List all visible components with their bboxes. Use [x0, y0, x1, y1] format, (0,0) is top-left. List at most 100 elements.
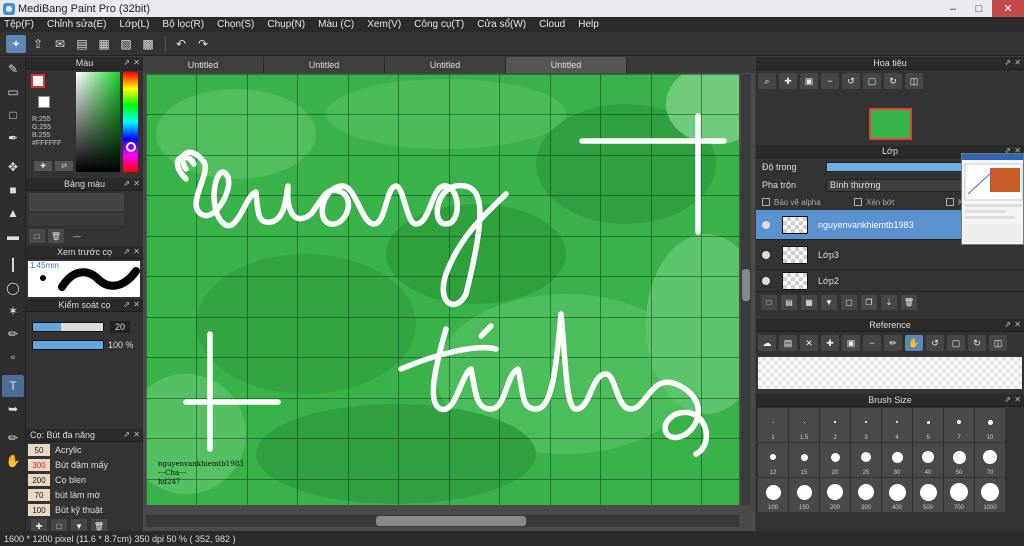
close-panel-icon[interactable]: ✕ — [133, 179, 140, 188]
menu-help[interactable]: Help — [578, 19, 599, 30]
tab-untitled-2[interactable]: Untitled — [264, 57, 385, 73]
new-layer-icon[interactable]: □ — [761, 295, 777, 310]
brush-item[interactable]: 70 bút làm mờ — [28, 488, 141, 502]
move-icon[interactable]: ✥ — [2, 156, 24, 178]
brush-size-cell[interactable]: 12 — [758, 443, 788, 477]
brush-size-cell[interactable]: 50 — [944, 443, 974, 477]
float-icon[interactable]: ⇗ — [123, 179, 130, 188]
fit-window-icon[interactable]: ▢ — [863, 73, 881, 89]
hue-slider[interactable] — [123, 72, 138, 172]
close-panel-icon[interactable]: ✕ — [1014, 395, 1021, 404]
brush-item[interactable]: 300 Bút đậm mấy — [28, 458, 141, 472]
select-eraser-icon[interactable]: ▫ — [2, 346, 24, 368]
artboard[interactable]: nguyenvankhiemtb1983 ---Cha--- hd247 — [146, 74, 739, 505]
text-icon[interactable]: T — [2, 375, 24, 397]
close-panel-icon[interactable]: ✕ — [133, 247, 140, 256]
pen-icon[interactable]: ✒ — [2, 127, 24, 149]
bucket-icon[interactable]: ▲ — [2, 202, 24, 224]
eye-icon[interactable] — [762, 220, 770, 229]
brush-size-cell[interactable]: 10 — [975, 408, 1005, 442]
rotate-left-icon[interactable]: ↺ — [926, 335, 944, 351]
close-panel-icon[interactable]: ✕ — [133, 300, 140, 309]
menu-select[interactable]: Chọn(S) — [217, 19, 254, 30]
vertical-scroll-thumb[interactable] — [742, 269, 750, 301]
tiles-icon[interactable]: ▩ — [138, 35, 158, 53]
cloud-icon[interactable]: ☁ — [758, 335, 776, 351]
brush-size-slider[interactable] — [32, 322, 104, 332]
eraser-icon[interactable]: ▭ — [2, 81, 24, 103]
fit-window-icon[interactable]: ▢ — [947, 335, 965, 351]
zoom-icon[interactable]: ⌕ — [758, 73, 776, 89]
menu-cloud[interactable]: Cloud — [539, 19, 565, 30]
menu-capture[interactable]: Chụp(N) — [267, 19, 305, 30]
fill-rect-icon[interactable]: ■ — [2, 179, 24, 201]
palette-swatches[interactable] — [29, 193, 124, 211]
eyedropper-icon[interactable]: ✏ — [2, 427, 24, 449]
rotate-right-icon[interactable]: ↻ — [884, 73, 902, 89]
menu-tools[interactable]: Công cụ(T) — [414, 19, 464, 30]
tab-untitled-3[interactable]: Untitled — [385, 57, 506, 73]
float-icon[interactable]: ⇗ — [123, 300, 130, 309]
brush-size-cell[interactable]: 150 — [789, 478, 819, 512]
brush-size-cell[interactable]: 300 — [851, 478, 881, 512]
brush-size-cell[interactable]: 700 — [944, 478, 974, 512]
menu-view[interactable]: Xem(V) — [367, 19, 401, 30]
open-folder-icon[interactable]: ▤ — [779, 335, 797, 351]
brush-size-cell[interactable]: 1 — [758, 408, 788, 442]
zoom-in-icon[interactable]: ✚ — [779, 73, 797, 89]
merge-layer-icon[interactable]: ⇣ — [881, 295, 897, 310]
swap-color-icon[interactable]: ⇄ — [55, 161, 73, 171]
maximize-icon[interactable]: □ — [966, 0, 992, 17]
brush-size-cell[interactable]: 30 — [882, 443, 912, 477]
close-panel-icon[interactable]: ✕ — [1014, 58, 1021, 67]
foreground-color[interactable] — [31, 74, 45, 88]
redo-icon[interactable]: ↷ — [193, 35, 213, 53]
folder-icon[interactable]: ▢ — [841, 295, 857, 310]
brush-item[interactable]: 50 Acrylic — [28, 443, 141, 457]
gradient-icon[interactable]: ▬ — [2, 225, 24, 247]
brush-size-cell[interactable]: 2 — [820, 408, 850, 442]
eyedropper-icon[interactable]: ✏ — [884, 335, 902, 351]
float-icon[interactable]: ⇗ — [1004, 58, 1011, 67]
eye-icon[interactable] — [762, 250, 770, 259]
menu-filter[interactable]: Bộ lọc(R) — [162, 19, 204, 30]
new-layer-8bit-icon[interactable]: ▤ — [781, 295, 797, 310]
close-panel-icon[interactable]: ✕ — [1014, 320, 1021, 329]
brush-opacity-slider[interactable] — [32, 340, 104, 350]
clipping-checkbox[interactable] — [854, 198, 862, 206]
layer-opacity-slider[interactable] — [826, 162, 981, 172]
hand-icon[interactable]: ✋ — [2, 450, 24, 472]
wand-icon[interactable]: ✦ — [6, 34, 26, 53]
zoom-out-icon[interactable]: − — [821, 73, 839, 89]
lock-checkbox[interactable] — [946, 198, 954, 206]
chat-icon[interactable]: ✉ — [50, 35, 70, 53]
page-icon[interactable]: ▦ — [94, 35, 114, 53]
vertical-scrollbar[interactable] — [741, 74, 751, 505]
layer-menu-icon[interactable]: ▼ — [821, 295, 837, 310]
layer-row[interactable]: Lớp2 — [756, 270, 1024, 292]
fit-icon[interactable]: ▣ — [842, 335, 860, 351]
magic-wand-icon[interactable]: ✶ — [2, 300, 24, 322]
brush-size-cell[interactable]: 3 — [851, 408, 881, 442]
minimize-icon[interactable]: – — [940, 0, 966, 17]
brush-item[interactable]: 200 Cọ blen — [28, 473, 141, 487]
delete-palette-icon[interactable]: 🗑 — [48, 229, 64, 243]
brush-size-cell[interactable]: 7 — [944, 408, 974, 442]
zoom-out-icon[interactable]: − — [863, 335, 881, 351]
brush-size-cell[interactable]: 1000 — [975, 478, 1005, 512]
tab-untitled-1[interactable]: Untitled — [143, 57, 264, 73]
close-panel-icon[interactable]: ✕ — [133, 58, 140, 67]
flip-icon[interactable]: ◫ — [989, 335, 1007, 351]
brush-size-cell[interactable]: 500 — [913, 478, 943, 512]
zoom-in-icon[interactable]: ✚ — [821, 335, 839, 351]
brush-size-value[interactable]: 20 — [110, 321, 130, 333]
brush-icon[interactable]: ✎ — [2, 58, 24, 80]
new-palette-icon[interactable]: □ — [29, 229, 45, 243]
eye-icon[interactable] — [762, 276, 770, 285]
brush-size-cell[interactable]: 400 — [882, 478, 912, 512]
operation-icon[interactable]: ➥ — [2, 398, 24, 420]
grid-icon[interactable]: ▧ — [116, 35, 136, 53]
brush-size-cell[interactable]: 1.5 — [789, 408, 819, 442]
brush-size-cell[interactable]: 200 — [820, 478, 850, 512]
brush-size-cell[interactable]: 100 — [758, 478, 788, 512]
